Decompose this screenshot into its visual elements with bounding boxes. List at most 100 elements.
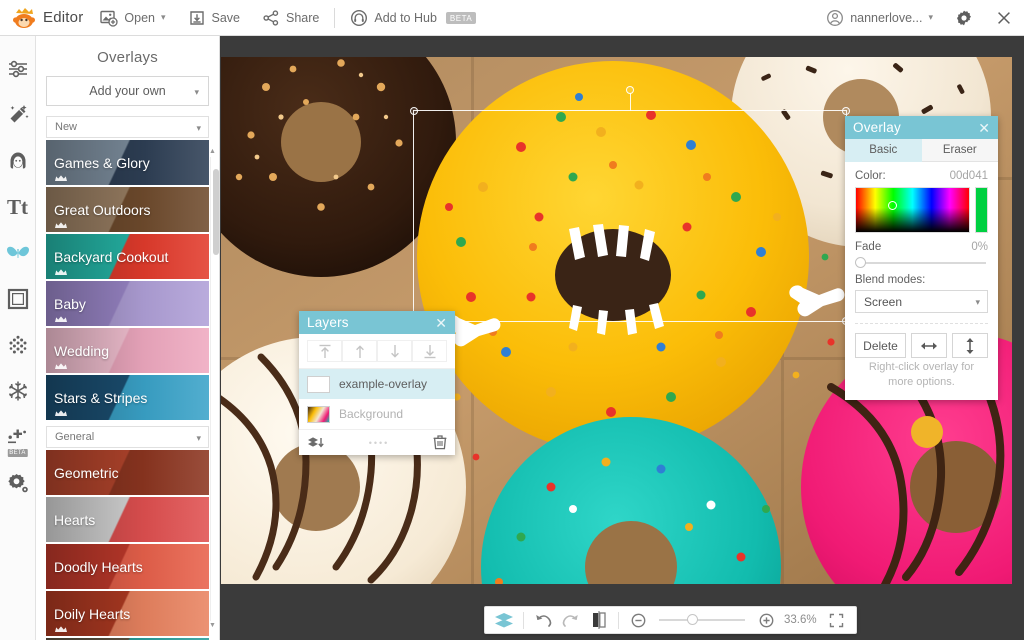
add-your-own-button[interactable]: Add your own ▾ xyxy=(46,76,209,106)
toolbar-divider xyxy=(523,612,524,629)
close-icon[interactable]: ✕ xyxy=(978,121,990,135)
flip-horizontal-icon xyxy=(920,340,938,352)
overlay-tab-eraser[interactable]: Eraser xyxy=(922,139,999,162)
group-select-new[interactable]: New ▾ xyxy=(46,116,209,138)
add-to-hub-button[interactable]: Add to Hub BETA xyxy=(339,0,487,36)
zoom-slider[interactable] xyxy=(659,619,745,621)
picmonkey-editor-window: Editor Open ▾ xyxy=(0,0,1024,640)
zoom-in-button[interactable] xyxy=(753,608,779,632)
rail-item-overlays[interactable] xyxy=(0,230,36,276)
blend-mode-select[interactable]: Screen ▾ xyxy=(855,290,988,313)
overlays-scrollbar[interactable]: ▲ ▼ xyxy=(208,148,217,630)
scroll-up-icon[interactable]: ▲ xyxy=(208,148,217,156)
delete-button[interactable]: Delete xyxy=(855,333,906,358)
bring-to-front-button[interactable] xyxy=(307,340,342,362)
overlay-category-stars-stripes[interactable]: Stars & Stripes xyxy=(46,375,209,420)
scrollbar-thumb[interactable] xyxy=(213,169,219,255)
sliders-icon xyxy=(7,59,29,79)
fade-slider-knob[interactable] xyxy=(855,257,866,268)
canvas-stage[interactable]: Layers ✕ example-overlay Background •••• xyxy=(221,36,1024,640)
overlay-category-games-glory[interactable]: Games & Glory xyxy=(46,140,209,185)
category-label: Games & Glory xyxy=(46,155,150,171)
send-to-back-button[interactable] xyxy=(412,340,447,362)
overlay-panel-header[interactable]: Overlay ✕ xyxy=(845,116,998,139)
toolbar-right-group: nannerlove... ▾ xyxy=(815,0,1024,36)
account-menu[interactable]: nannerlove... ▾ xyxy=(815,0,944,36)
rail-item-textures[interactable] xyxy=(0,322,36,368)
fullscreen-button[interactable] xyxy=(824,608,850,632)
layers-panel[interactable]: Layers ✕ example-overlay Background •••• xyxy=(299,311,455,455)
rotation-handle[interactable] xyxy=(626,86,634,94)
overlay-category-list-new: Games & Glory Great Outdoors Backyard Cook… xyxy=(36,140,219,420)
settings-button[interactable] xyxy=(944,0,984,36)
panel-resize-grip[interactable]: •••• xyxy=(325,438,433,448)
zoom-out-button[interactable] xyxy=(625,608,651,632)
fade-slider[interactable] xyxy=(857,262,986,264)
layers-panel-footer: •••• xyxy=(299,429,455,455)
overlay-selection-box[interactable] xyxy=(413,110,847,322)
open-button[interactable]: Open ▾ xyxy=(89,0,176,36)
category-label: Geometric xyxy=(46,465,119,481)
resize-handle-top-right[interactable] xyxy=(842,107,850,115)
color-swatch[interactable] xyxy=(975,187,988,233)
overlay-category-baby[interactable]: Baby xyxy=(46,281,209,326)
overlay-tab-basic[interactable]: Basic xyxy=(845,139,922,162)
rail-item-effects[interactable] xyxy=(0,92,36,138)
layers-stack-icon xyxy=(494,612,514,628)
share-nodes-icon xyxy=(262,9,280,27)
undo-button[interactable] xyxy=(530,608,556,632)
zoom-out-icon xyxy=(631,613,646,628)
overlay-category-wedding[interactable]: Wedding xyxy=(46,328,209,373)
overlay-category-backyard-cookout[interactable]: Backyard Cookout xyxy=(46,234,209,279)
resize-handle-top-left[interactable] xyxy=(410,107,418,115)
rail-item-seasonal[interactable] xyxy=(0,368,36,414)
color-picker[interactable] xyxy=(855,187,988,233)
chevron-down-icon: ▾ xyxy=(196,123,201,134)
overlay-category-great-outdoors[interactable]: Great Outdoors xyxy=(46,187,209,232)
flip-horizontal-button[interactable] xyxy=(911,333,947,358)
chevron-down-icon: ▾ xyxy=(928,12,933,23)
layers-panel-header[interactable]: Layers ✕ xyxy=(299,311,455,334)
bring-forward-button[interactable] xyxy=(342,340,377,362)
crown-icon xyxy=(55,222,67,229)
compare-button[interactable] xyxy=(586,608,612,632)
layer-row[interactable]: Background xyxy=(299,399,455,429)
send-backward-button[interactable] xyxy=(377,340,412,362)
rail-item-themes[interactable]: BETA xyxy=(0,414,36,460)
layer-order-toolbar xyxy=(299,334,455,369)
rail-item-frames[interactable] xyxy=(0,276,36,322)
zoom-slider-knob[interactable] xyxy=(687,614,698,625)
close-button[interactable] xyxy=(984,0,1024,36)
flatten-layers-icon[interactable] xyxy=(307,436,325,450)
redo-button[interactable] xyxy=(558,608,584,632)
layer-thumbnail xyxy=(307,406,330,423)
rotation-stem xyxy=(630,93,631,111)
rail-item-text[interactable]: Tt xyxy=(0,184,36,230)
scrollbar-track[interactable] xyxy=(210,157,216,621)
category-label: Great Outdoors xyxy=(46,202,151,218)
overlay-category-doily-hearts[interactable]: Doily Hearts xyxy=(46,591,209,636)
color-cursor[interactable] xyxy=(888,201,897,210)
rail-item-basic-edits[interactable] xyxy=(0,46,36,92)
layers-toggle-button[interactable] xyxy=(491,608,517,632)
rail-item-touch-up[interactable] xyxy=(0,138,36,184)
scroll-down-icon[interactable]: ▼ xyxy=(208,622,217,630)
gear-icon xyxy=(955,9,973,27)
chevron-down-icon: ▾ xyxy=(196,433,201,444)
layer-row[interactable]: example-overlay xyxy=(299,369,455,399)
bring-forward-icon xyxy=(353,344,367,359)
share-button[interactable]: Share xyxy=(251,0,330,36)
overlay-properties-panel[interactable]: Overlay ✕ BasicEraser Color: 00d041 Fade xyxy=(845,116,998,400)
trash-icon[interactable] xyxy=(433,435,447,450)
overlay-category-doodly-hearts[interactable]: Doodly Hearts xyxy=(46,544,209,589)
magic-wand-icon xyxy=(7,104,29,126)
rail-item-settings[interactable] xyxy=(0,460,36,506)
overlay-category-geometric[interactable]: Geometric xyxy=(46,450,209,495)
overlay-category-hearts[interactable]: Hearts xyxy=(46,497,209,542)
hue-saturation-field[interactable] xyxy=(855,187,970,233)
group-select-general[interactable]: General ▾ xyxy=(46,426,209,448)
flip-vertical-button[interactable] xyxy=(952,333,988,358)
save-button[interactable]: Save xyxy=(177,0,252,36)
layer-name: example-overlay xyxy=(339,377,427,391)
close-icon[interactable]: ✕ xyxy=(435,316,447,330)
